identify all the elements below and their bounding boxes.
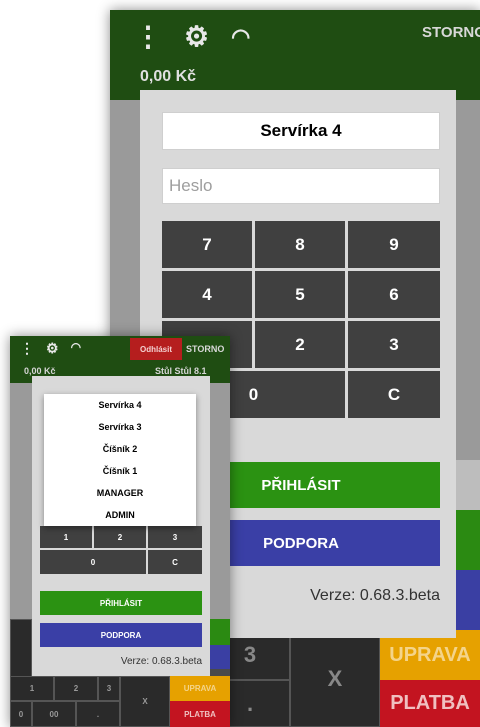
storno-button-small[interactable]: STORNO [186,344,224,354]
bg-key-3-small: 3 [98,676,120,701]
logout-button[interactable]: Odhlásit [130,338,182,360]
uprava-button-small[interactable]: UPRAVA [170,676,230,701]
dropdown-item-user[interactable]: ADMIN [44,504,196,526]
key-6[interactable]: 6 [348,271,440,318]
bg-key-blank-small [10,619,32,684]
bg-key-0-small: 0 [10,701,32,727]
dropdown-item-user[interactable]: Servírka 4 [44,394,196,416]
key-9[interactable]: 9 [348,221,440,268]
bg-blue-small [210,645,230,669]
key-3-small[interactable]: 3 [148,526,202,548]
total-amount-small: 0,00 Kč [24,366,56,376]
key-clear-small[interactable]: C [148,550,202,574]
bg-key-x-small: X [120,676,170,727]
key-8[interactable]: 8 [255,221,345,268]
platba-button[interactable]: PLATBA [380,680,480,727]
wifi-icon[interactable]: ◠ [231,24,250,50]
key-4[interactable]: 4 [162,271,252,318]
bg-key-1-small: 1 [10,676,54,701]
support-button-small[interactable]: PODPORA [40,623,202,647]
gear-icon[interactable]: ⚙ [46,340,59,357]
login-button-small[interactable]: PŘIHLÁSIT [40,591,202,615]
password-field[interactable]: Heslo [162,168,440,204]
key-0-small[interactable]: 0 [40,550,146,574]
menu-dots-icon[interactable]: ⋮ [134,20,162,53]
menu-dots-icon[interactable]: ⋮ [20,340,34,357]
wifi-icon[interactable]: ◠ [71,340,81,357]
gear-icon[interactable]: ⚙ [184,20,209,53]
key-2-small[interactable]: 2 [94,526,146,548]
storno-button[interactable]: STORNO [422,24,480,41]
bg-key-x: X [290,630,380,727]
bg-green-small [210,619,230,645]
dropdown-item-user[interactable]: Číšník 2 [44,438,196,460]
key-1-small[interactable]: 1 [40,526,92,548]
key-7[interactable]: 7 [162,221,252,268]
user-dropdown: Servírka 4 Servírka 3 Číšník 2 Číšník 1 … [44,394,196,526]
key-3[interactable]: 3 [348,321,440,368]
login-screen-small: ⋮ ⚙ ◠ Odhlásit STORNO 0,00 Kč Stůl Stůl … [10,336,230,727]
key-5[interactable]: 5 [255,271,345,318]
platba-button-small[interactable]: PLATBA [170,701,230,727]
header-icons-small: ⋮ ⚙ ◠ [20,340,81,357]
user-select[interactable]: Servírka 4 [162,112,440,150]
bg-key-00-small: 00 [32,701,76,727]
version-label-small: Verze: 0.68.3.beta [120,656,202,667]
header-icons: ⋮ ⚙ ◠ [134,20,250,53]
dropdown-item-user[interactable]: MANAGER [44,482,196,504]
bg-key-dot-small: . [76,701,120,727]
dropdown-item-user[interactable]: Číšník 1 [44,460,196,482]
total-amount: 0,00 Kč [140,68,197,85]
key-2[interactable]: 2 [255,321,345,368]
table-label: Stůl Stůl 8.1 [155,366,207,376]
key-clear[interactable]: C [348,371,440,418]
dropdown-item-user[interactable]: Servírka 3 [44,416,196,438]
bg-key-2-small: 2 [54,676,98,701]
